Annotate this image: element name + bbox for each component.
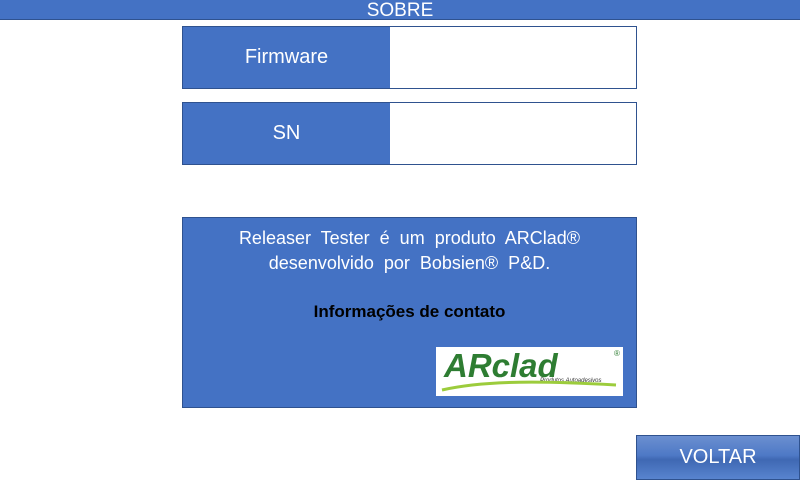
firmware-row: Firmware	[182, 26, 637, 89]
sn-value	[390, 103, 636, 164]
sn-label: SN	[183, 103, 390, 164]
product-description: Releaser Tester é um produto ARClad® des…	[183, 226, 636, 276]
firmware-value	[390, 27, 636, 88]
firmware-label: Firmware	[183, 27, 390, 88]
description-line-1: Releaser Tester é um produto ARClad®	[238, 228, 581, 248]
description-line-2: desenvolvido por Bobsien® P&D.	[268, 253, 551, 273]
page-title: SOBRE	[366, 0, 434, 21]
arclad-logo: ARclad ® Produtos Autoadesivos	[436, 347, 623, 396]
title-bar: SOBRE	[0, 0, 800, 21]
contact-info-heading: Informações de contato	[313, 302, 506, 321]
sn-row: SN	[182, 102, 637, 165]
info-panel: Releaser Tester é um produto ARClad® des…	[182, 217, 637, 408]
logo-registered-mark: ®	[614, 349, 620, 358]
back-button[interactable]: VOLTAR	[636, 435, 800, 480]
